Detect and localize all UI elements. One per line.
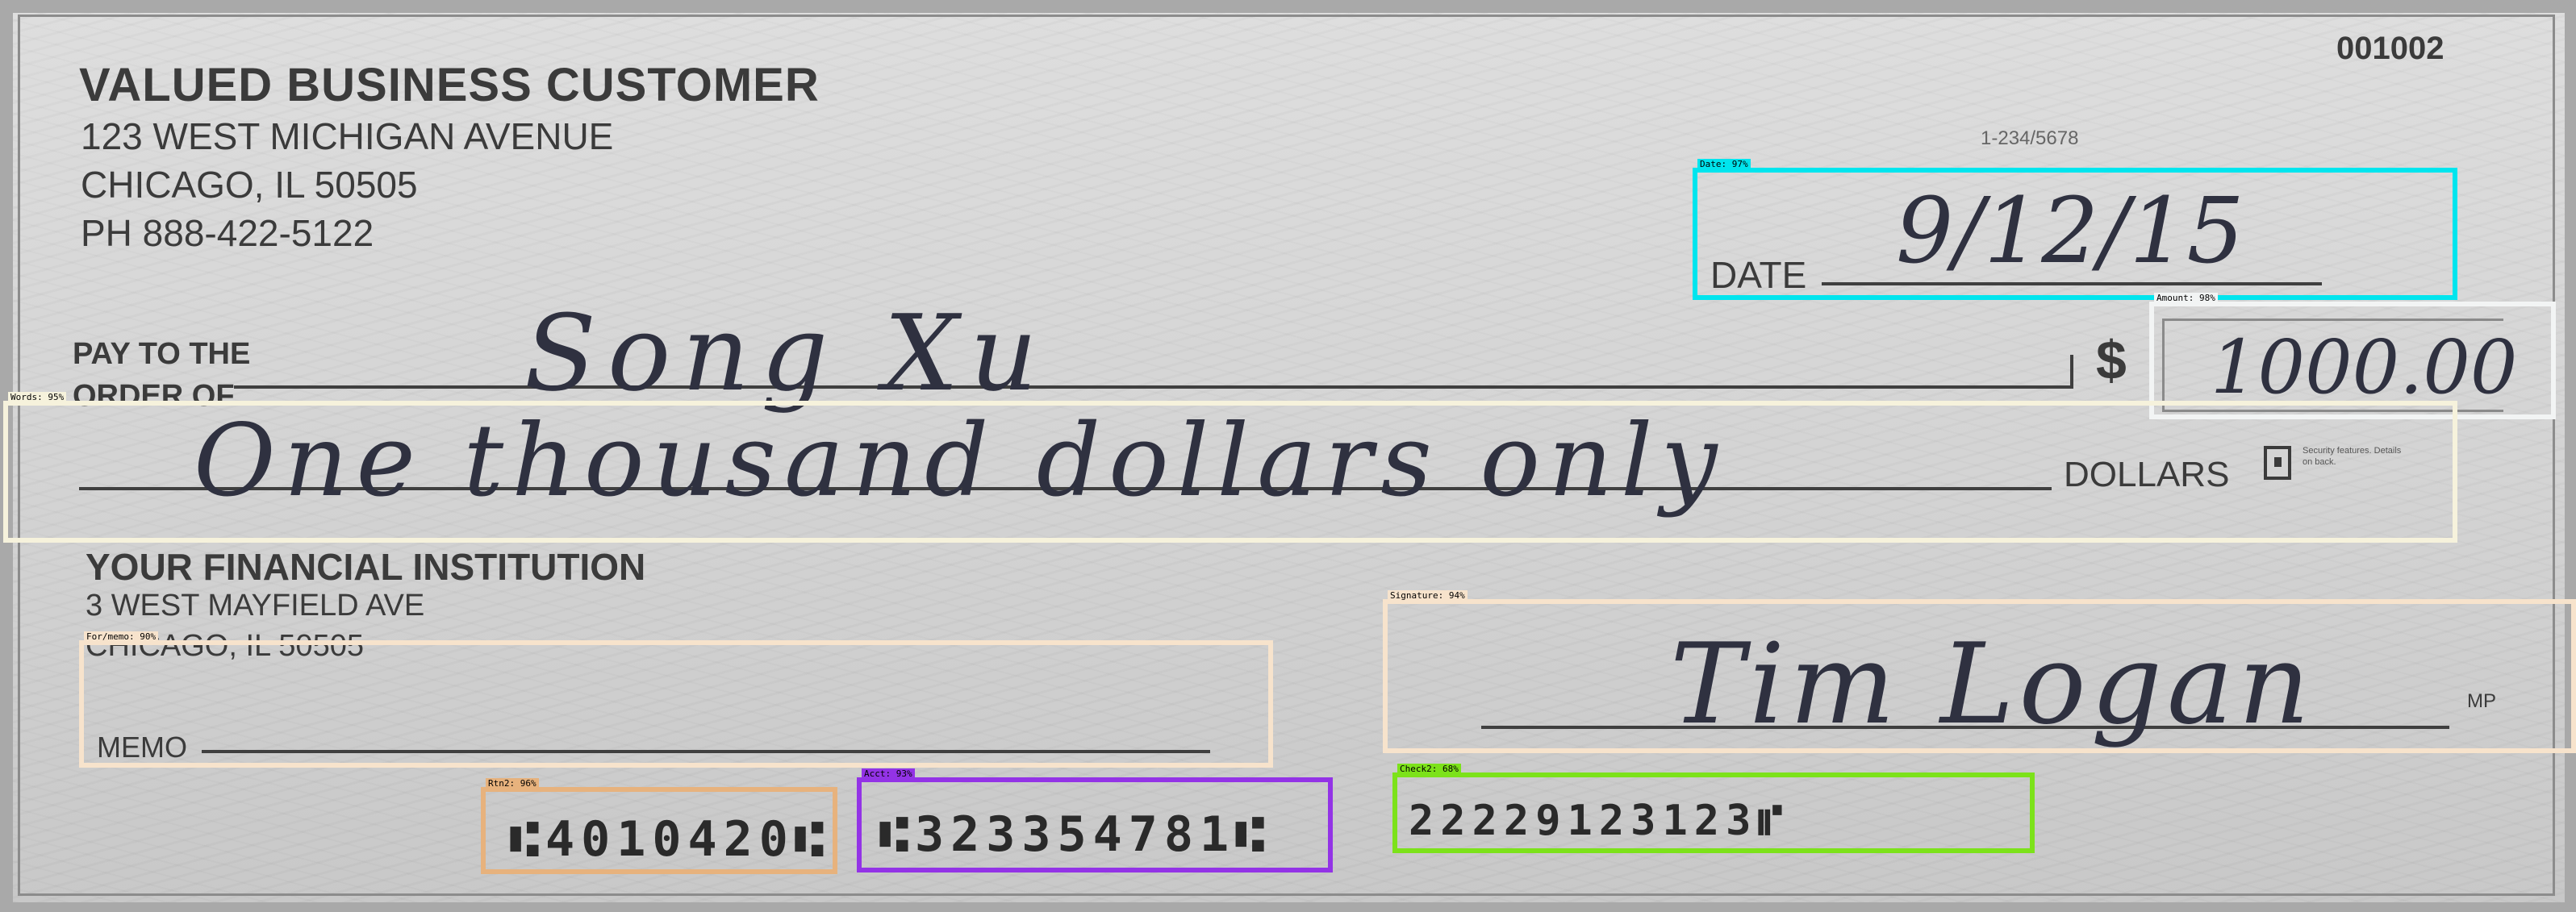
detection-label-date: Date: 97% <box>1697 159 1751 169</box>
detection-box-date: Date: 97% <box>1693 159 2457 300</box>
payer-address-line2: CHICAGO, IL 50505 <box>81 164 418 206</box>
detection-label-account: Acct: 93% <box>862 768 915 779</box>
fraction-code: 1-234/5678 <box>1981 127 2079 149</box>
detection-box-words: Words: 95% <box>3 392 2457 543</box>
payee-name: Song Xu <box>524 292 1049 414</box>
detection-box-account: Acct: 93% <box>857 768 1333 872</box>
detection-label-amount: Amount: 98% <box>2154 293 2218 303</box>
check-number: 001002 <box>2336 31 2444 66</box>
payee-line <box>234 385 2073 389</box>
detection-label-memo: For/memo: 90% <box>84 631 159 642</box>
bank-name: YOUR FINANCIAL INSTITUTION <box>86 546 646 588</box>
payer-name: VALUED BUSINESS CUSTOMER <box>79 59 820 111</box>
detection-label-signature: Signature: 94% <box>1388 590 1468 601</box>
pay-to-label-line1: PAY TO THE <box>73 337 251 371</box>
payer-address-line1: 123 WEST MICHIGAN AVENUE <box>81 115 614 157</box>
dollar-sign: $ <box>2096 330 2127 391</box>
detection-label-routing: Rtn2: 96% <box>486 778 539 789</box>
detection-label-words: Words: 95% <box>8 392 67 402</box>
detection-box-check-number: Check2: 68% <box>1392 764 2035 853</box>
detection-box-signature: Signature: 94% <box>1383 590 2576 753</box>
detection-box-memo: For/memo: 90% <box>79 631 1273 768</box>
detection-box-routing: Rtn2: 96% <box>481 778 837 874</box>
bank-check: 001002 VALUED BUSINESS CUSTOMER 123 WEST… <box>0 0 2576 912</box>
payee-line-end-tick <box>2070 355 2073 389</box>
detection-label-check-number: Check2: 68% <box>1397 764 1461 774</box>
bank-address-line1: 3 WEST MAYFIELD AVE <box>86 589 425 623</box>
payer-phone: PH 888-422-5122 <box>81 212 374 254</box>
